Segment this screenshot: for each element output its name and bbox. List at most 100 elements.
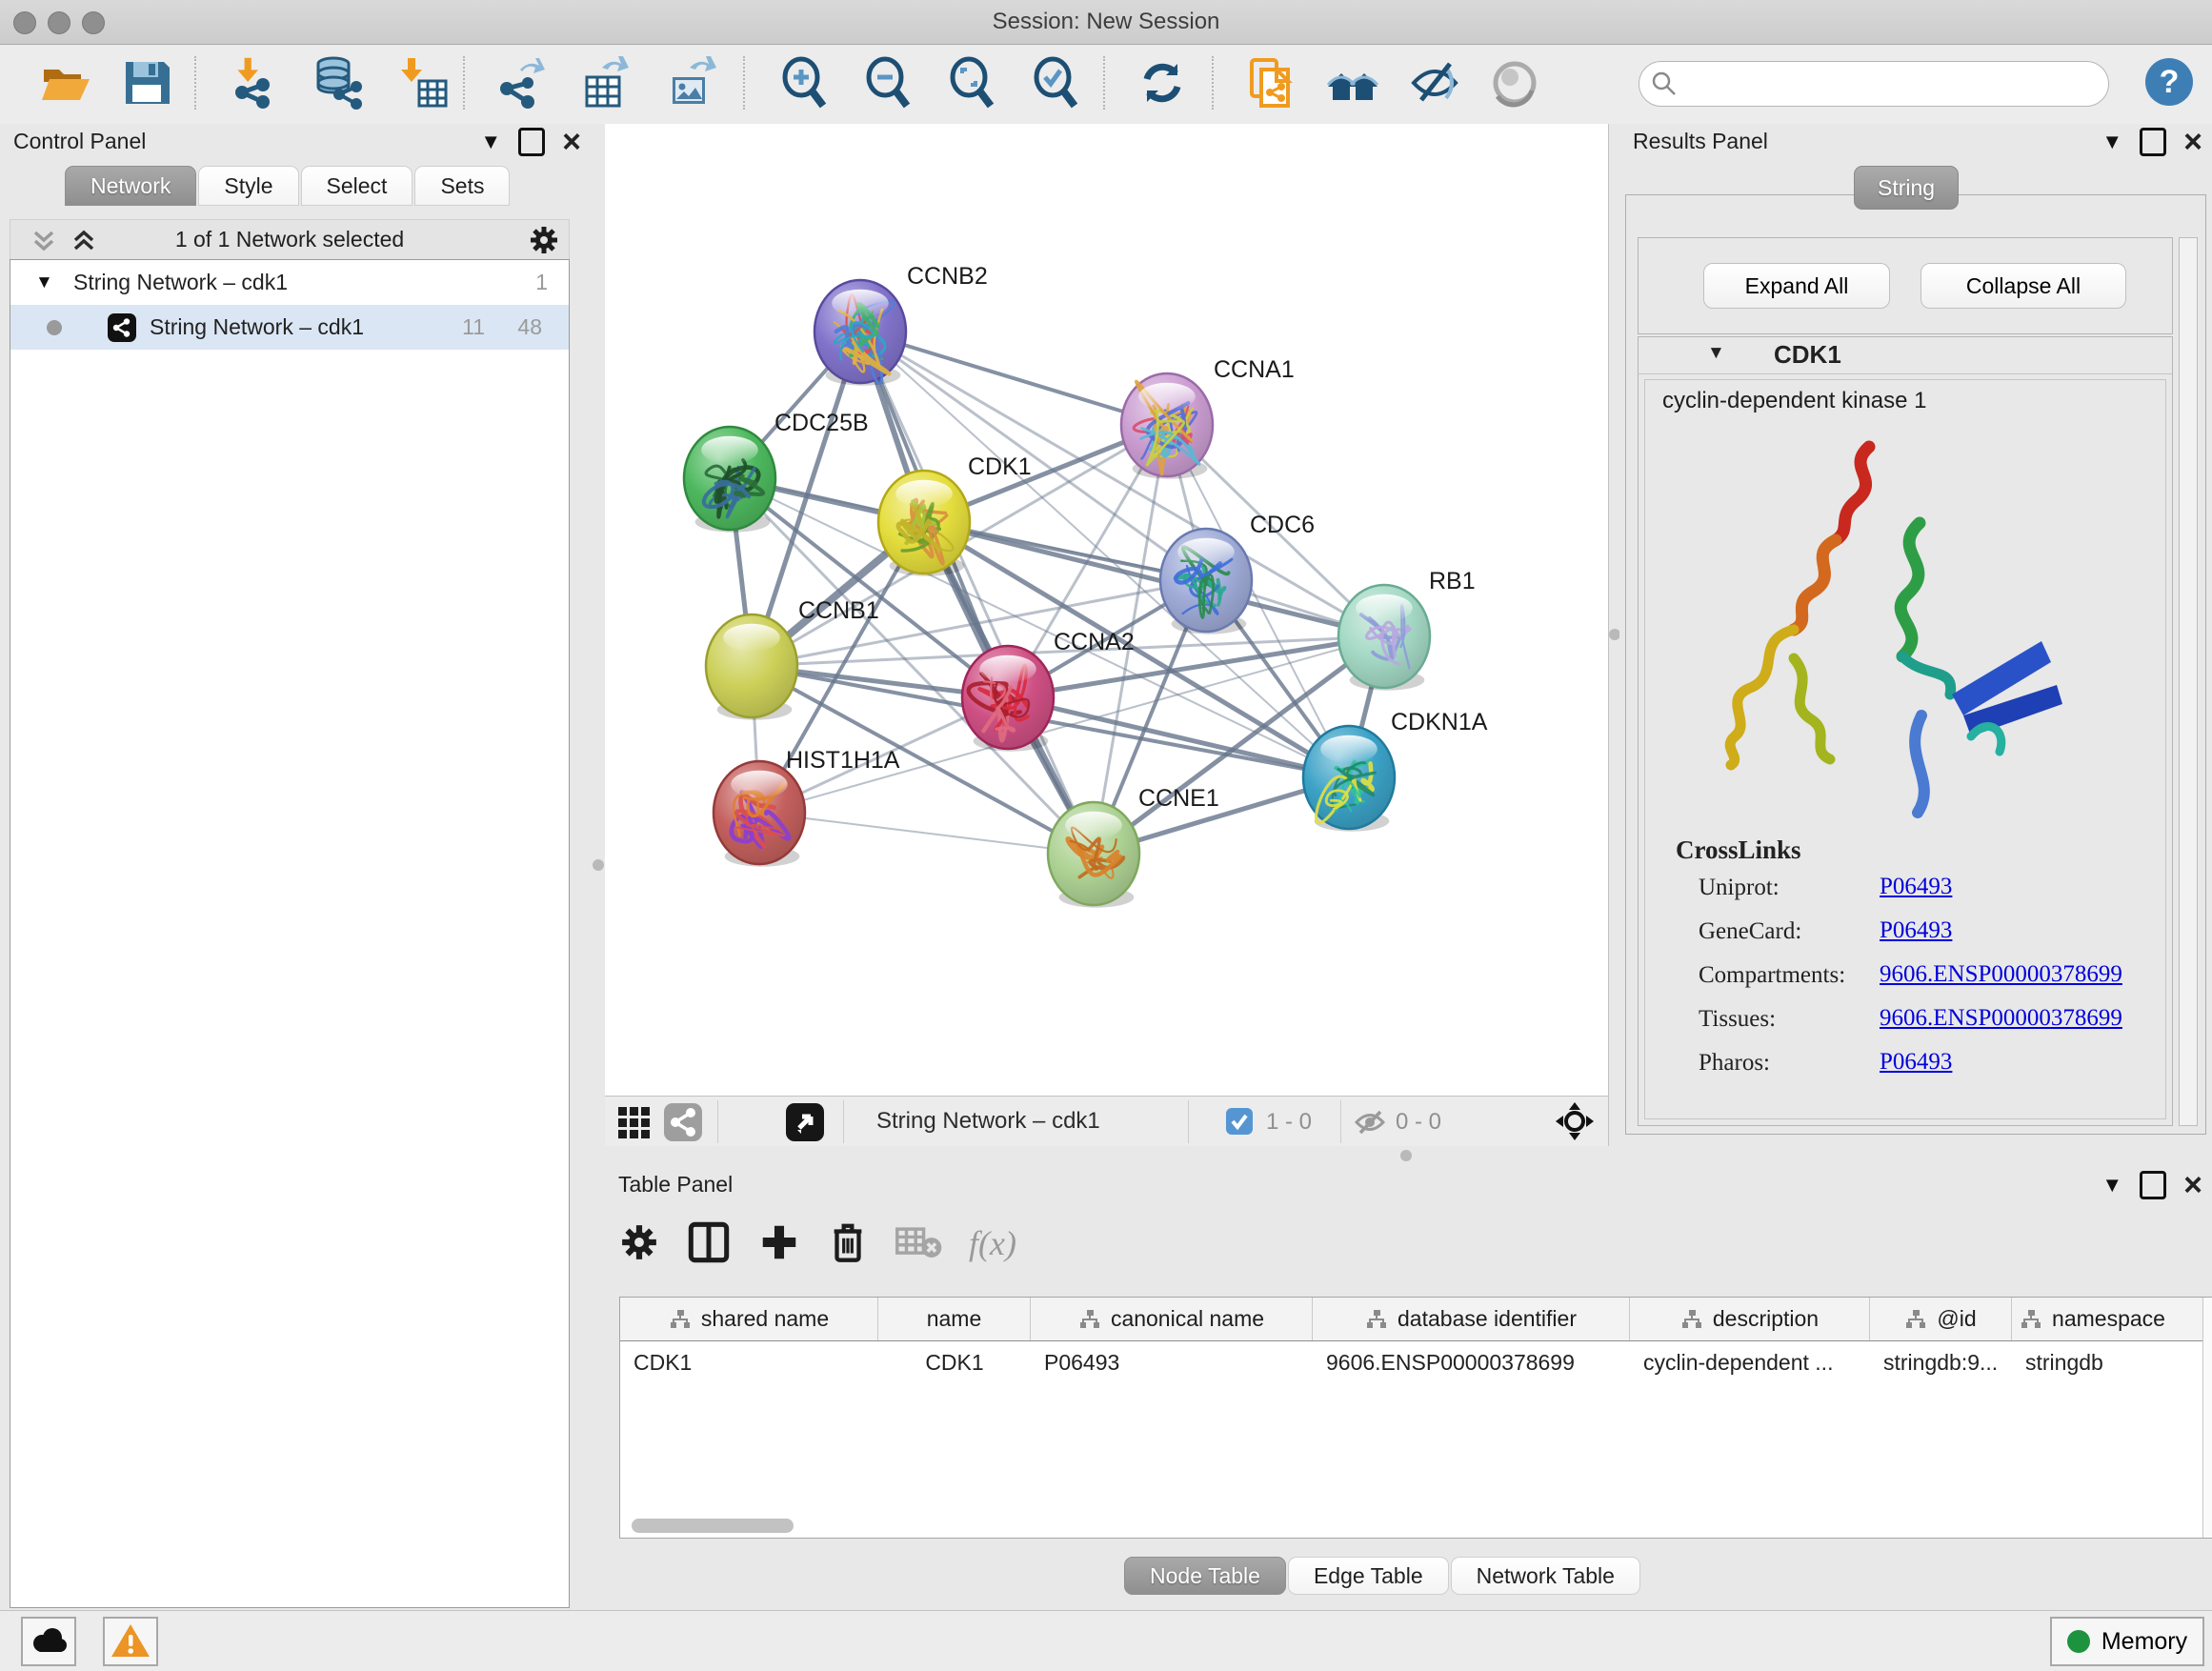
view-network-type-button[interactable]	[664, 1103, 702, 1144]
node-label-CDC6: CDC6	[1250, 512, 1315, 538]
zoom-fit-button[interactable]	[941, 52, 1002, 113]
zoom-selected-button[interactable]	[1025, 52, 1086, 113]
memory-button[interactable]: Memory	[2050, 1617, 2204, 1666]
open-session-button[interactable]	[34, 52, 95, 113]
tab-select[interactable]: Select	[301, 166, 413, 206]
control-panel-header: Control Panel ▼ ×	[0, 124, 591, 158]
column-header[interactable]: namespace	[2012, 1298, 2173, 1340]
collapse-all-button[interactable]: Collapse All	[1920, 263, 2126, 309]
results-panel-close-icon[interactable]: ×	[2183, 130, 2202, 154]
network-node-CCNE1[interactable]: CCNE1	[1048, 785, 1219, 908]
node-details-header[interactable]: ▼ CDK1	[1639, 337, 2172, 374]
zoom-in-button[interactable]	[774, 52, 835, 113]
crosslink-link[interactable]: P06493	[1880, 917, 1952, 944]
tab-style[interactable]: Style	[198, 166, 298, 206]
network-collection-row[interactable]: ▼ String Network – cdk1 1	[10, 260, 569, 305]
show-columns-button[interactable]	[687, 1220, 731, 1266]
crosslink-link[interactable]: 9606.ENSP00000378699	[1880, 1005, 2122, 1032]
cell-name[interactable]: CDK1	[878, 1341, 1031, 1383]
network-node-CCNA1[interactable]: CCNA1	[1121, 356, 1295, 479]
cell-database-identifier[interactable]: 9606.ENSP00000378699	[1313, 1341, 1630, 1383]
table-vertical-scrollbar[interactable]	[2202, 1298, 2212, 1538]
hidden-eye-icon[interactable]	[1354, 1106, 1386, 1143]
table-panel-menu-icon[interactable]: ▼	[2101, 1172, 2122, 1198]
column-header[interactable]: name	[878, 1298, 1031, 1340]
hide-glass-button[interactable]	[1484, 52, 1545, 113]
birdseye-button[interactable]	[786, 1103, 824, 1144]
delete-table-button[interactable]	[895, 1220, 942, 1266]
copy-network-button[interactable]	[1240, 52, 1301, 113]
network-node-CDKN1A[interactable]: CDKN1A	[1303, 709, 1488, 832]
help-button[interactable]: ?	[2145, 58, 2193, 106]
network-canvas[interactable]: CCNB2CCNA1CDC25BCDK1CDC6RB1CCNB1CCNA2CDK…	[605, 124, 1608, 1096]
collection-expand-icon[interactable]: ▼	[35, 260, 53, 305]
cell-id[interactable]: stringdb:9...	[1870, 1341, 2012, 1383]
columns-icon	[687, 1220, 731, 1264]
cell-shared-name[interactable]: CDK1	[620, 1341, 878, 1383]
tab-string[interactable]: String	[1854, 166, 1959, 210]
tab-network[interactable]: Network	[65, 166, 196, 206]
save-session-icon	[120, 56, 173, 110]
column-header[interactable]: canonical name	[1031, 1298, 1313, 1340]
network-row[interactable]: String Network – cdk1 11 48	[10, 305, 569, 350]
string-home-button[interactable]	[1322, 52, 1383, 113]
export-network-button[interactable]	[490, 52, 551, 113]
warning-status-button[interactable]	[103, 1617, 158, 1666]
grid-view-button[interactable]	[616, 1103, 653, 1142]
import-network-button[interactable]	[221, 52, 282, 113]
gear-icon[interactable]	[529, 225, 559, 255]
save-session-button[interactable]	[116, 52, 177, 113]
network-node-CCNB2[interactable]: CCNB2	[814, 263, 988, 386]
cloud-status-button[interactable]	[21, 1617, 76, 1666]
show-glass-button[interactable]	[1404, 52, 1465, 113]
tab-edge-table[interactable]: Edge Table	[1288, 1557, 1449, 1595]
left-splitter[interactable]	[591, 124, 605, 1610]
table-settings-button[interactable]	[618, 1220, 660, 1266]
cell-canonical-name[interactable]: P06493	[1031, 1341, 1313, 1383]
control-panel-float-icon[interactable]	[518, 128, 545, 156]
expand-all-button[interactable]: Expand All	[1703, 263, 1890, 309]
column-header[interactable]: @id	[1870, 1298, 2012, 1340]
results-panel-menu-icon[interactable]: ▼	[2101, 129, 2122, 155]
selected-checkbox-icon[interactable]	[1224, 1106, 1255, 1141]
results-panel-float-icon[interactable]	[2140, 128, 2166, 156]
splitter-grip[interactable]	[1400, 1150, 1412, 1161]
column-header[interactable]: shared name	[620, 1298, 878, 1340]
node-details-expand-icon[interactable]: ▼	[1707, 343, 1725, 364]
delete-column-button[interactable]	[828, 1220, 868, 1266]
network-type-icon	[108, 313, 136, 342]
fit-content-button[interactable]	[1555, 1101, 1595, 1144]
network-node-RB1[interactable]: RB1	[1338, 568, 1476, 691]
export-image-button[interactable]	[661, 52, 722, 113]
tab-network-table[interactable]: Network Table	[1451, 1557, 1640, 1595]
network-node-HIST1H1A[interactable]: HIST1H1A	[714, 747, 900, 867]
control-panel-menu-icon[interactable]: ▼	[480, 129, 501, 155]
cell-namespace[interactable]: stringdb	[2012, 1341, 2173, 1383]
export-table-button[interactable]	[575, 52, 636, 113]
tab-sets[interactable]: Sets	[414, 166, 510, 206]
network-node-CCNB1[interactable]: CCNB1	[706, 597, 879, 720]
tab-node-table[interactable]: Node Table	[1124, 1557, 1286, 1595]
column-header[interactable]: description	[1630, 1298, 1870, 1340]
search-input[interactable]	[1685, 66, 2099, 102]
control-panel-close-icon[interactable]: ×	[562, 130, 581, 154]
column-header[interactable]: database identifier	[1313, 1298, 1630, 1340]
add-column-button[interactable]	[757, 1220, 801, 1266]
view-bar-separator	[1188, 1100, 1189, 1143]
cell-description[interactable]: cyclin-dependent ...	[1630, 1341, 1870, 1383]
table-panel-float-icon[interactable]	[2140, 1171, 2166, 1199]
function-builder-button[interactable]: f(x)	[969, 1223, 1016, 1263]
table-panel-close-icon[interactable]: ×	[2183, 1173, 2202, 1198]
import-database-button[interactable]	[307, 52, 368, 113]
refresh-button[interactable]	[1132, 52, 1193, 113]
network-node-CDK1[interactable]: CDK1	[878, 453, 1032, 576]
import-table-button[interactable]	[392, 52, 453, 113]
table-horizontal-scrollbar[interactable]	[632, 1519, 794, 1533]
splitter-grip[interactable]	[593, 859, 604, 871]
table-row[interactable]: CDK1 CDK1 P06493 9606.ENSP00000378699 cy…	[620, 1341, 2212, 1383]
results-scrollbar[interactable]	[2179, 237, 2198, 1126]
zoom-out-button[interactable]	[857, 52, 918, 113]
crosslink-link[interactable]: P06493	[1880, 1049, 1952, 1076]
crosslink-link[interactable]: P06493	[1880, 874, 1952, 900]
crosslink-link[interactable]: 9606.ENSP00000378699	[1880, 961, 2122, 988]
